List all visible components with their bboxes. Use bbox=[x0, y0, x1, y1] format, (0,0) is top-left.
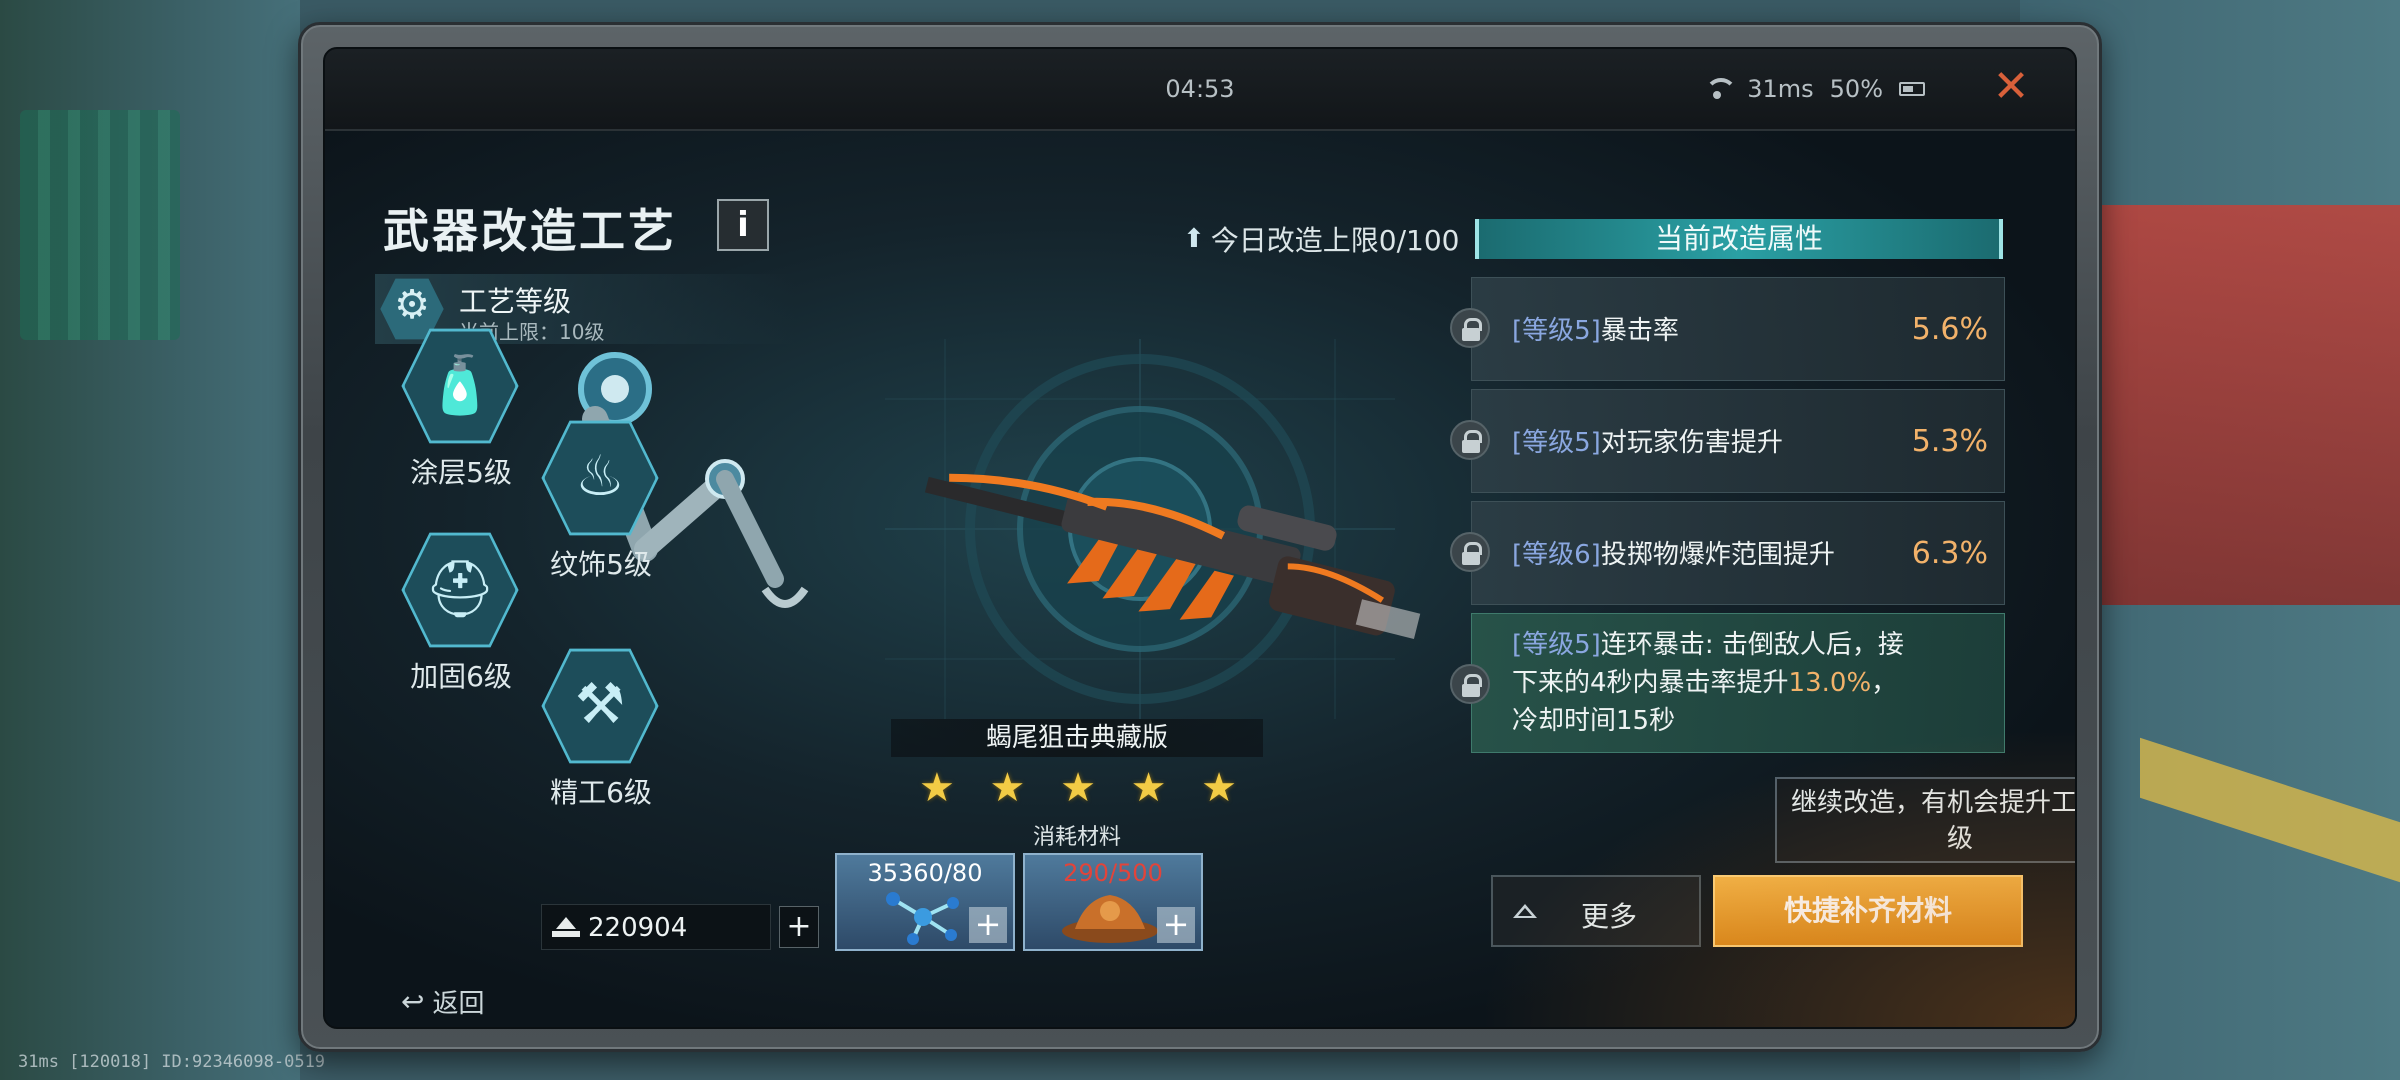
attribute-value: 6.3% bbox=[1911, 536, 1988, 571]
background-left bbox=[0, 0, 300, 1080]
daily-limit-text: 今日改造上限0/100 bbox=[1210, 224, 1460, 257]
attribute-name: 暴击率 bbox=[1600, 316, 1679, 346]
mod-coating[interactable]: 🧴 bbox=[404, 331, 516, 441]
material-count: 35360/80 bbox=[867, 859, 983, 887]
battery-text: 50% bbox=[1829, 75, 1883, 103]
star-icon: ★ bbox=[1060, 765, 1096, 811]
status-bar: 04:53 31ms 50% ✕ bbox=[325, 49, 2075, 131]
materials-label: 消耗材料 bbox=[1032, 825, 1121, 850]
add-currency-button[interactable]: + bbox=[779, 906, 819, 948]
star-icon: ★ bbox=[919, 765, 955, 811]
flame-icon: ♨ bbox=[574, 444, 626, 509]
more-button[interactable]: 更多 bbox=[1491, 875, 1701, 947]
ping-text: 31ms bbox=[1747, 75, 1814, 103]
attribute-value: 5.6% bbox=[1911, 312, 1988, 347]
lock-icon[interactable] bbox=[1450, 420, 1490, 460]
star-icon: ★ bbox=[1201, 765, 1237, 811]
dialog-frame: 04:53 31ms 50% ✕ 武器改造工艺 i 工艺等级 当前上限：10级 bbox=[298, 22, 2102, 1052]
back-label: 返回 bbox=[432, 989, 485, 1019]
attribute-level: [等级5] bbox=[1512, 316, 1601, 346]
lock-icon[interactable] bbox=[1450, 308, 1490, 348]
mod-label-reinforce: 加固6级 bbox=[410, 660, 512, 693]
mod-label-precision: 精工6级 bbox=[550, 776, 652, 809]
attribute-level: [等级5] bbox=[1512, 630, 1601, 660]
special-attribute-row: [等级5]连环暴击: 击倒敌人后，接 下来的4秒内暴击率提升13.0%， 冷却时… bbox=[1450, 613, 2005, 753]
special-line1: 连环暴击: 击倒敌人后，接 bbox=[1600, 630, 1904, 660]
attribute-row: [等级5]对玩家伤害提升 5.3% bbox=[1450, 389, 2005, 493]
lock-icon[interactable] bbox=[1450, 664, 1490, 704]
mod-precision[interactable]: ⚒ bbox=[544, 651, 656, 761]
spray-can-icon: 🧴 bbox=[425, 353, 495, 418]
page-title: 武器改造工艺 bbox=[383, 204, 677, 258]
material-count: 290/500 bbox=[1063, 859, 1163, 887]
wifi-icon bbox=[1703, 78, 1738, 100]
attribute-value: 5.3% bbox=[1911, 424, 1988, 459]
back-arrow-icon: ↩ bbox=[401, 985, 425, 1018]
attributes-header: 当前改造属性 bbox=[1475, 219, 2003, 259]
weapon-star-rating: ★ ★ ★ ★ ★ bbox=[919, 765, 1237, 811]
mechanical-part-icon bbox=[1062, 895, 1158, 943]
more-label: 更多 bbox=[1581, 900, 1638, 933]
material-card-part[interactable]: 290/500 + bbox=[1023, 853, 1203, 951]
attribute-text: [等级5]暴击率 bbox=[1512, 310, 1679, 347]
info-button[interactable]: i bbox=[717, 199, 769, 251]
close-button[interactable]: ✕ bbox=[1989, 65, 2033, 111]
molecule-icon bbox=[886, 892, 959, 945]
dialog-panel: 04:53 31ms 50% ✕ 武器改造工艺 i 工艺等级 当前上限：10级 bbox=[323, 47, 2077, 1029]
sniper-rifle-image bbox=[924, 473, 1421, 640]
lock-icon[interactable] bbox=[1450, 532, 1490, 572]
star-icon: ★ bbox=[1130, 765, 1167, 811]
special-attribute-text: [等级5]连环暴击: 击倒敌人后，接 下来的4秒内暴击率提升13.0%， 冷却时… bbox=[1512, 626, 1904, 740]
star-icon: ★ bbox=[989, 765, 1026, 811]
weapon-name: 蝎尾狙击典藏版 bbox=[891, 719, 1263, 757]
mod-label-coating: 涂层5级 bbox=[410, 456, 512, 489]
daily-limit: ⬆ 今日改造上限0/100 bbox=[1183, 219, 1460, 259]
special-line3: 冷却时间15秒 bbox=[1512, 706, 1676, 736]
quick-fill-materials-button[interactable]: 快捷补齐材料 bbox=[1713, 875, 2023, 947]
material-card-molecule[interactable]: 35360/80 + bbox=[835, 853, 1015, 951]
tooltip: 继续改造，有机会提升工艺等级 bbox=[1775, 777, 2075, 863]
up-arrow-icon: ⬆ bbox=[1183, 224, 1205, 254]
status-right: 31ms 50% bbox=[1703, 75, 1925, 103]
currency-box: 220904 bbox=[541, 904, 771, 950]
attribute-row: [等级5]暴击率 5.6% bbox=[1450, 277, 2005, 381]
craft-level-name: 工艺等级 bbox=[459, 285, 572, 318]
currency-icon bbox=[552, 917, 580, 939]
mod-label-pattern: 纹饰5级 bbox=[550, 548, 652, 581]
attribute-name: 对玩家伤害提升 bbox=[1600, 428, 1783, 458]
attribute-text: [等级6]投掷物爆炸范围提升 bbox=[1512, 534, 1835, 571]
special-value: 13.0% bbox=[1788, 668, 1872, 698]
battery-icon bbox=[1899, 82, 1925, 96]
back-button[interactable]: ↩ 返回 bbox=[401, 983, 484, 1020]
add-material-button[interactable]: + bbox=[969, 907, 1007, 943]
special-line2: 下来的4秒内暴击率提升 bbox=[1512, 668, 1789, 698]
triangle-up-icon bbox=[1513, 904, 1537, 918]
mod-reinforce[interactable]: ⛑ bbox=[404, 535, 516, 645]
attribute-level: [等级5] bbox=[1512, 428, 1601, 458]
attribute-text: [等级5]对玩家伤害提升 bbox=[1512, 422, 1783, 459]
add-material-button[interactable]: + bbox=[1157, 907, 1195, 943]
attribute-level: [等级6] bbox=[1512, 540, 1601, 570]
special-line2-end: ， bbox=[1871, 668, 1898, 698]
bottom-status-text: 31ms [120018] ID:92346098-0519 bbox=[18, 1052, 326, 1072]
attribute-name: 投掷物爆炸范围提升 bbox=[1600, 540, 1835, 570]
drill-icon: ⚒ bbox=[574, 672, 626, 737]
welding-mask-icon: ⛑ bbox=[424, 557, 496, 622]
currency-value: 220904 bbox=[588, 913, 688, 943]
attribute-row: [等级6]投掷物爆炸范围提升 6.3% bbox=[1450, 501, 2005, 605]
